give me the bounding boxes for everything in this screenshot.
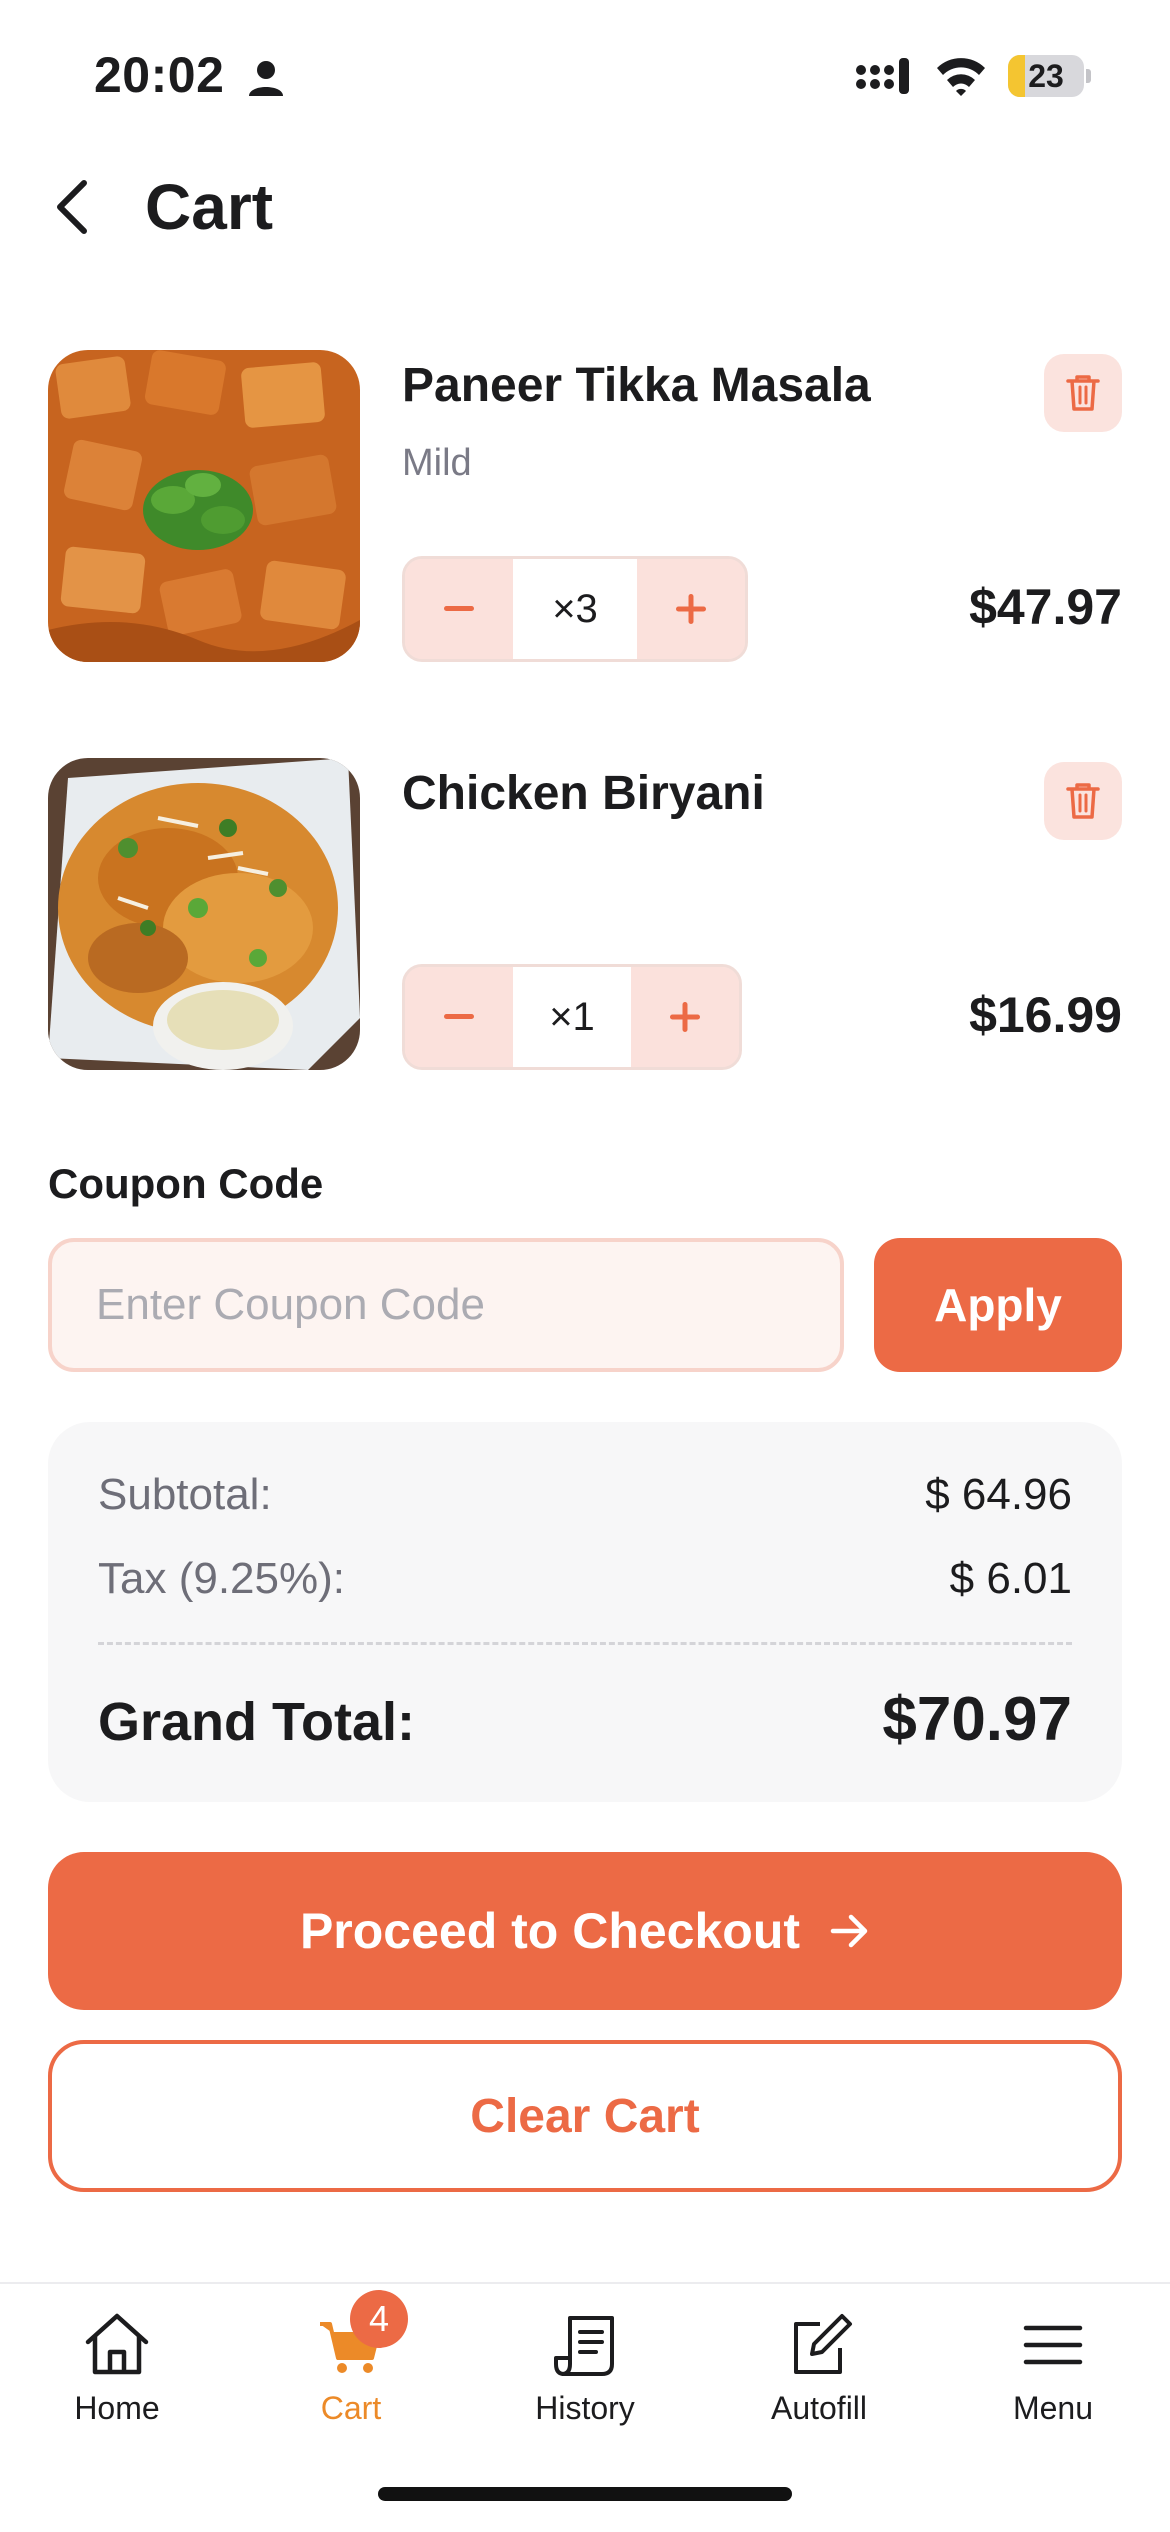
home-indicator xyxy=(378,2487,792,2501)
decrease-quantity-button[interactable] xyxy=(405,967,513,1067)
cart-count-badge: 4 xyxy=(350,2290,408,2348)
wifi-icon xyxy=(937,58,985,96)
grand-total-row: Grand Total: $70.97 xyxy=(98,1684,1072,1755)
tab-menu[interactable]: Menu xyxy=(936,2308,1170,2428)
item-image xyxy=(48,758,360,1070)
order-summary: Subtotal: $ 64.96 Tax (9.25%): $ 6.01 Gr… xyxy=(48,1422,1122,1802)
edit-icon xyxy=(794,2314,852,2374)
decrease-quantity-button[interactable] xyxy=(405,559,513,659)
arrow-right-icon xyxy=(830,1914,868,1948)
item-option: Mild xyxy=(402,442,472,484)
paneer-tikka-masala-photo xyxy=(48,350,360,662)
checkout-label: Proceed to Checkout xyxy=(299,1903,801,1959)
subtotal-label: Subtotal: xyxy=(98,1470,272,1519)
receipt-icon xyxy=(554,2316,614,2376)
tab-history[interactable]: History xyxy=(468,2308,702,2428)
delete-item-button[interactable] xyxy=(1044,354,1122,432)
increase-quantity-button[interactable] xyxy=(631,967,739,1067)
trash-icon xyxy=(1066,375,1100,411)
cart-screen: 20:02 23 Cart Paneer Tikka Masala Mild ×… xyxy=(0,0,1170,2532)
quantity-stepper: ×3 xyxy=(402,556,748,662)
increase-quantity-button[interactable] xyxy=(637,559,745,659)
clear-cart-button[interactable]: Clear Cart xyxy=(48,2040,1122,2192)
back-button[interactable] xyxy=(44,172,100,242)
coupon-label: Coupon Code xyxy=(48,1160,324,1207)
item-price: $47.97 xyxy=(969,579,1122,635)
tab-home[interactable]: Home xyxy=(0,2308,234,2428)
battery-icon: 23 xyxy=(1008,55,1091,97)
trash-icon xyxy=(1066,783,1100,819)
coupon-code-input[interactable] xyxy=(48,1238,844,1372)
minus-icon xyxy=(444,1014,474,1019)
tab-label: History xyxy=(535,2390,635,2426)
status-bar: 20:02 23 xyxy=(0,0,1170,150)
grand-total-label: Grand Total: xyxy=(98,1692,415,1752)
item-image xyxy=(48,350,360,662)
proceed-to-checkout-button[interactable]: Proceed to Checkout xyxy=(48,1852,1122,2010)
chicken-biryani-photo xyxy=(48,758,360,1070)
plus-icon xyxy=(670,1002,700,1032)
battery-level: 23 xyxy=(1028,58,1064,94)
plus-icon xyxy=(676,594,706,624)
page-title: Cart xyxy=(145,171,274,243)
person-icon xyxy=(249,61,283,96)
item-price: $16.99 xyxy=(969,987,1122,1043)
tab-autofill[interactable]: Autofill xyxy=(702,2308,936,2428)
cellular-signal-icon xyxy=(856,58,909,94)
hamburger-icon xyxy=(1023,2325,1083,2365)
cart-item: Chicken Biryani ×1 $16.99 xyxy=(48,758,1122,1070)
tab-label: Cart xyxy=(320,2390,382,2426)
tab-label: Autofill xyxy=(770,2390,868,2426)
status-time: 20:02 xyxy=(94,47,225,103)
subtotal-row: Subtotal: $ 64.96 xyxy=(98,1470,1072,1520)
tax-row: Tax (9.25%): $ 6.01 xyxy=(98,1554,1072,1604)
quantity-value: ×1 xyxy=(513,967,631,1067)
chevron-left-icon xyxy=(57,180,87,234)
minus-icon xyxy=(444,606,474,611)
tab-label: Home xyxy=(74,2390,160,2426)
item-name: Chicken Biryani xyxy=(402,767,765,820)
cart-item: Paneer Tikka Masala Mild ×3 $47.97 xyxy=(48,350,1122,662)
grand-total-value: $70.97 xyxy=(882,1685,1072,1754)
home-icon xyxy=(85,2313,149,2375)
apply-coupon-button[interactable]: Apply xyxy=(874,1238,1122,1372)
quantity-stepper: ×1 xyxy=(402,964,742,1070)
item-name: Paneer Tikka Masala xyxy=(402,359,871,412)
tab-label: Menu xyxy=(1012,2390,1094,2426)
delete-item-button[interactable] xyxy=(1044,762,1122,840)
tax-label: Tax (9.25%): xyxy=(98,1554,345,1603)
summary-divider xyxy=(98,1642,1072,1645)
quantity-value: ×3 xyxy=(513,559,637,659)
tax-value: $ 6.01 xyxy=(949,1554,1072,1603)
subtotal-value: $ 64.96 xyxy=(925,1470,1072,1519)
